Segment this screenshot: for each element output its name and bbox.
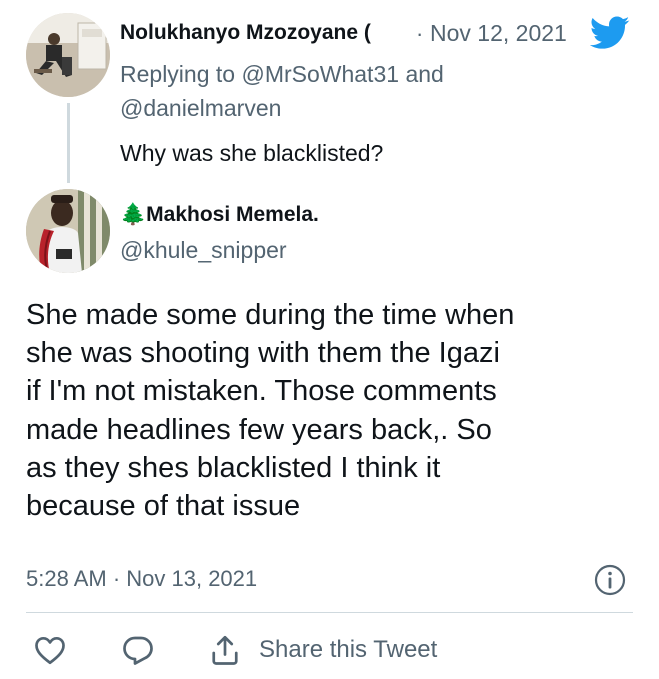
avatar-makhosi[interactable] (26, 189, 110, 273)
parent-tweet-text: Why was she blacklisted? (120, 140, 384, 166)
reply-text-line: if I'm not mistaken. Those comments (26, 375, 497, 408)
avatar-nolukhanyo-image (26, 13, 110, 97)
replying-to-label: Replying to (120, 61, 236, 87)
mention-mrsowhat31[interactable]: @MrSoWhat31 (241, 61, 399, 87)
twitter-bird-icon[interactable] (590, 16, 630, 50)
parent-date[interactable]: Nov 12, 2021 (430, 20, 567, 47)
and-label: and (405, 61, 444, 87)
parent-separator: · (416, 21, 424, 46)
reply-author-name[interactable]: 🌲Makhosi Memela. (120, 203, 319, 227)
reply-icon[interactable] (120, 632, 156, 668)
avatar-nolukhanyo[interactable] (26, 13, 110, 97)
reply-text-line: made headlines few years back,. So (26, 413, 492, 446)
mention-danielmarven[interactable]: @danielmarven (120, 95, 281, 122)
reply-author-handle[interactable]: @khule_snipper (120, 237, 287, 264)
replying-to-line: Replying to @MrSoWhat31 and (120, 61, 444, 88)
share-icon[interactable] (207, 632, 243, 668)
thread-connector-line (67, 103, 70, 183)
reply-text-line: as they shes blacklisted I think it (26, 451, 441, 484)
reply-timestamp[interactable]: 5:28 AM · Nov 13, 2021 (26, 566, 257, 592)
reply-tweet-text: She made some during the time when she w… (26, 296, 636, 525)
reply-text-line: because of that issue (26, 490, 301, 523)
info-icon[interactable] (593, 563, 627, 597)
heart-icon[interactable] (32, 632, 68, 668)
reply-text-line: She made some during the time when (26, 299, 515, 331)
reply-author-name-text: Makhosi Memela. (146, 203, 319, 226)
share-tweet-label[interactable]: Share this Tweet (259, 636, 437, 664)
action-divider (26, 612, 633, 613)
parent-author-name[interactable]: Nolukhanyo Mzozoyane ( (120, 21, 371, 45)
tree-emoji: 🌲 (120, 203, 147, 226)
avatar-makhosi-image (26, 189, 110, 273)
reply-text-line: she was shooting with them the Igazi (26, 337, 500, 370)
